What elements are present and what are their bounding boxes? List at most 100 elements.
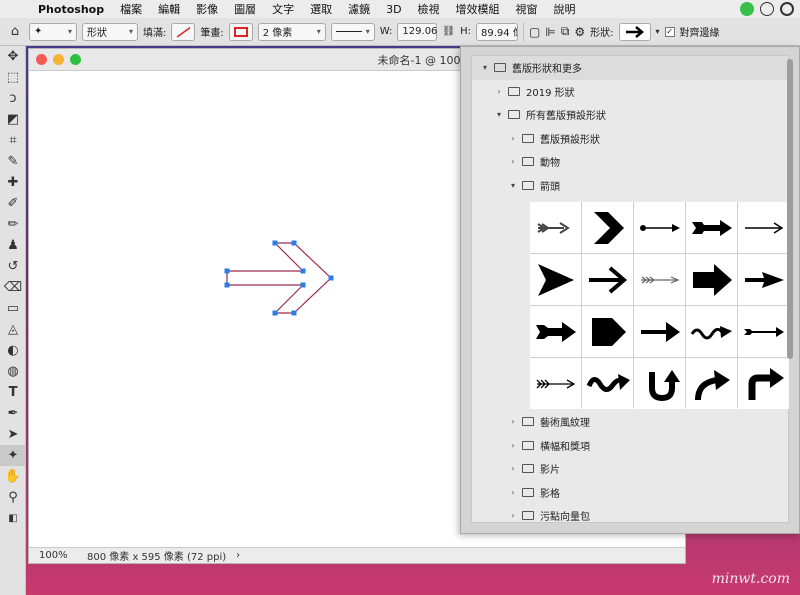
shape-picker[interactable]: [618, 22, 651, 41]
zoom-level[interactable]: 100%: [29, 550, 79, 561]
path-select-tool-icon[interactable]: ➤: [0, 424, 26, 445]
menu-filter[interactable]: 濾鏡: [340, 1, 378, 17]
shape-arrow-squiggle[interactable]: [582, 358, 633, 409]
shape-arrow-dart[interactable]: [738, 254, 789, 305]
chevron-right-icon[interactable]: ›: [508, 441, 518, 450]
shape-arrow-feathered[interactable]: [530, 202, 581, 253]
shape-arrow-u-turn[interactable]: [634, 358, 685, 409]
gear-icon[interactable]: ⚙: [574, 25, 585, 39]
chevron-down-icon[interactable]: ▾: [508, 181, 518, 190]
tree-row-frames[interactable]: › 影格: [472, 481, 772, 505]
stroke-swatch[interactable]: [228, 22, 253, 41]
shape-arrow-thin-split[interactable]: [738, 306, 789, 357]
height-field[interactable]: 89.94 像: [476, 22, 519, 41]
shape-arrow-outline[interactable]: [582, 254, 633, 305]
hand-tool-icon[interactable]: ✋: [0, 466, 26, 487]
gradient-tool-icon[interactable]: ▭: [0, 298, 26, 319]
lasso-tool-icon[interactable]: ↄ: [0, 88, 26, 109]
menu-app[interactable]: Photoshop: [30, 3, 112, 16]
tree-row-art-textures[interactable]: › 藝術風紋理: [472, 410, 772, 434]
tree-row-blot-vectors[interactable]: › 污點向量包: [472, 504, 772, 528]
tree-row-legacy-default[interactable]: › 舊版預設形狀: [472, 127, 788, 151]
home-icon[interactable]: ⌂: [6, 21, 24, 42]
shape-chevron-right[interactable]: [582, 202, 633, 253]
crop-tool-icon[interactable]: ⌗: [0, 130, 26, 151]
path-alignment-icon[interactable]: ⊫: [545, 25, 555, 39]
zoom-tool-icon[interactable]: ⚲: [0, 487, 26, 508]
shape-arrow-block[interactable]: [686, 254, 737, 305]
chevron-right-icon[interactable]: ›: [494, 87, 504, 96]
tool-preset-picker[interactable]: ✦ ▾: [29, 22, 77, 41]
shape-arrow-thin[interactable]: [738, 202, 789, 253]
marquee-tool-icon[interactable]: ⬚: [0, 67, 26, 88]
eyedropper-tool-icon[interactable]: ✎: [0, 151, 26, 172]
shape-arrow-bent[interactable]: [738, 358, 789, 409]
menu-edit[interactable]: 編輯: [150, 1, 188, 17]
menu-window[interactable]: 視窗: [508, 1, 546, 17]
chevron-right-icon[interactable]: ›: [508, 417, 518, 426]
chevron-down-icon[interactable]: ▾: [494, 110, 504, 119]
spot-healing-tool-icon[interactable]: ✚: [0, 172, 26, 193]
menu-type[interactable]: 文字: [264, 1, 302, 17]
menu-image[interactable]: 影像: [188, 1, 226, 17]
sync-icon[interactable]: [780, 2, 794, 16]
tree-row-film[interactable]: › 影片: [472, 457, 772, 481]
menu-file[interactable]: 檔案: [112, 1, 150, 17]
status-circle-icon[interactable]: [760, 2, 774, 16]
object-select-tool-icon[interactable]: ◩: [0, 109, 26, 130]
blur-tool-icon[interactable]: ◬: [0, 319, 26, 340]
link-icon[interactable]: ⛓: [442, 26, 455, 37]
line-app-icon[interactable]: [740, 2, 754, 16]
chevron-down-icon[interactable]: ▾: [480, 63, 490, 72]
chevron-right-icon[interactable]: ›: [508, 464, 518, 473]
align-edges-checkbox[interactable]: ✓: [664, 26, 675, 37]
color-swatches-icon[interactable]: ◧: [0, 508, 26, 529]
shape-arrowhead-triangle[interactable]: [530, 254, 581, 305]
width-field[interactable]: 129.06: [397, 22, 438, 41]
mode-select[interactable]: 形狀 ▾: [82, 22, 138, 41]
stroke-width-field[interactable]: 2 像素 ▾: [257, 22, 326, 41]
fill-swatch[interactable]: [171, 22, 196, 41]
history-brush-tool-icon[interactable]: ↺: [0, 256, 26, 277]
tree-row-banners[interactable]: › 橫幅和獎項: [472, 434, 772, 458]
shape-arrow-bold[interactable]: [634, 306, 685, 357]
shape-arrow-thin-pin[interactable]: [634, 202, 685, 253]
eraser-tool-icon[interactable]: ⌫: [0, 277, 26, 298]
sponge-tool-icon[interactable]: ◍: [0, 361, 26, 382]
brush-tool-icon[interactable]: ✐: [0, 193, 26, 214]
menu-plugins[interactable]: 增效模組: [448, 1, 508, 17]
chevron-right-icon[interactable]: ›: [226, 550, 240, 561]
pen-tool-icon[interactable]: ✒: [0, 403, 26, 424]
custom-shape-tool-icon[interactable]: ✦: [0, 445, 26, 466]
panel-scrollbar[interactable]: [787, 59, 793, 499]
shape-arrow-fletched[interactable]: [686, 202, 737, 253]
menu-view[interactable]: 檢視: [410, 1, 448, 17]
tree-row-2019[interactable]: › 2019 形狀: [472, 80, 788, 104]
chevron-right-icon[interactable]: ›: [508, 488, 518, 497]
menu-select[interactable]: 選取: [302, 1, 340, 17]
clone-stamp-tool-icon[interactable]: ♟: [0, 235, 26, 256]
shape-arrow-double-back[interactable]: [530, 306, 581, 357]
chevron-right-icon[interactable]: ›: [508, 134, 518, 143]
pencil-tool-icon[interactable]: ✏: [0, 214, 26, 235]
tree-row-arrows[interactable]: ▾ 箭頭: [472, 174, 788, 198]
anchor-points[interactable]: [224, 240, 334, 316]
dodge-tool-icon[interactable]: ◐: [0, 340, 26, 361]
stroke-type-select[interactable]: ▾: [330, 22, 375, 41]
scrollbar-thumb[interactable]: [787, 59, 793, 359]
menu-3d[interactable]: 3D: [378, 3, 409, 16]
shape-arrow-fletched-thin[interactable]: [530, 358, 581, 409]
shape-arrow-pentagon[interactable]: [582, 306, 633, 357]
chevron-down-icon[interactable]: ▾: [656, 27, 660, 36]
tree-row-animals[interactable]: › 動物: [472, 150, 788, 174]
type-tool-icon[interactable]: T: [0, 382, 26, 403]
path-operations-icon[interactable]: ▢: [529, 25, 540, 39]
shape-arrow-feather-thin[interactable]: [634, 254, 685, 305]
move-tool-icon[interactable]: ✥: [0, 46, 26, 67]
tree-row-all-legacy[interactable]: ▾ 所有舊版預設形狀: [472, 103, 788, 127]
path-arrangement-icon[interactable]: ⧉: [561, 24, 570, 39]
shape-arrow-curved[interactable]: [686, 358, 737, 409]
chevron-right-icon[interactable]: ›: [508, 157, 518, 166]
menu-help[interactable]: 說明: [546, 1, 584, 17]
menu-layer[interactable]: 圖層: [226, 1, 264, 17]
